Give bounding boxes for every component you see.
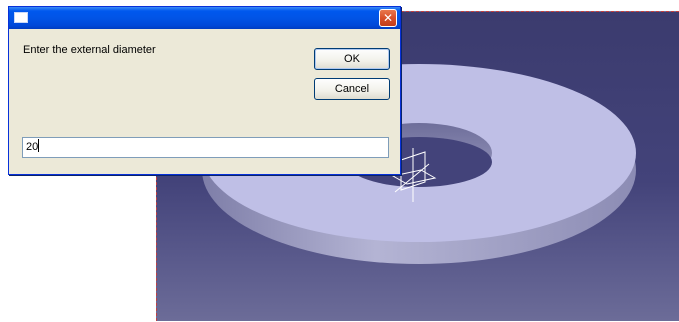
diameter-input[interactable]: 20 [22,137,389,158]
ok-button[interactable]: OK [314,48,390,70]
cancel-button[interactable]: Cancel [314,78,390,100]
close-icon: ✕ [382,11,394,25]
close-button[interactable]: ✕ [379,9,397,27]
text-caret [38,139,40,152]
dialog-titlebar[interactable]: ✕ [9,7,400,29]
window-icon [14,12,28,23]
diameter-input-value: 20 [26,141,39,153]
input-dialog: ✕ Enter the external diameter OK Cancel … [8,6,401,175]
prompt-label: Enter the external diameter [23,44,156,56]
